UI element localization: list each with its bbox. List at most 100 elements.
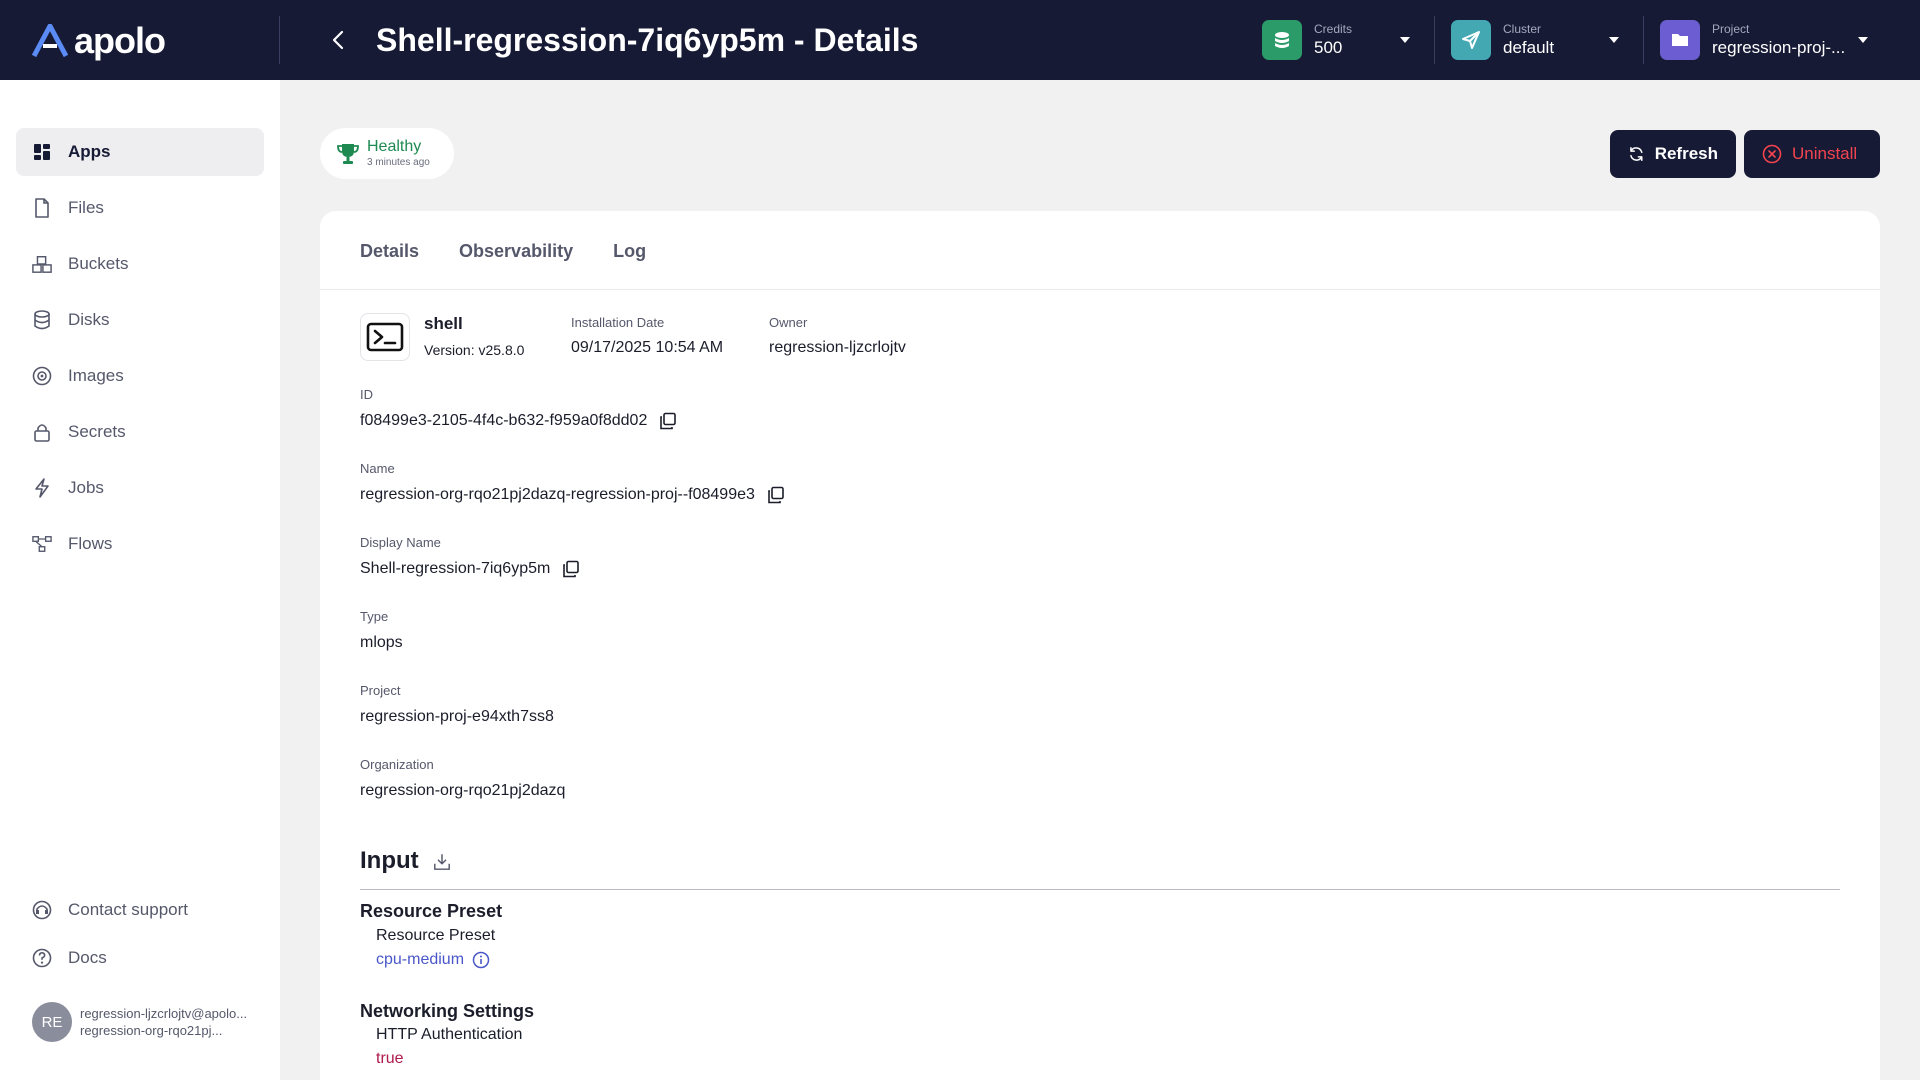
project-value: regression-proj-e94xth7ss8: [360, 708, 554, 725]
docs-link[interactable]: Docs: [16, 934, 264, 982]
http-auth-label: HTTP Authentication: [376, 1026, 523, 1043]
sidebar-item-jobs[interactable]: Jobs: [16, 464, 264, 512]
lightning-icon: [32, 478, 52, 498]
http-auth-value: true: [376, 1050, 404, 1067]
input-title: Input: [360, 847, 419, 874]
installation-date-value: 09/17/2025 10:54 AM: [571, 339, 724, 356]
cluster-selector[interactable]: Cluster default: [1451, 16, 1554, 64]
sidebar-item-label: Images: [68, 366, 124, 385]
sidebar-item-images[interactable]: Images: [16, 352, 264, 400]
sidebar-item-label: Disks: [68, 310, 110, 329]
download-icon[interactable]: [433, 852, 451, 870]
apps-grid-icon: [32, 142, 52, 162]
sidebar-item-apps[interactable]: Apps: [16, 128, 264, 176]
apolo-logo-icon: [32, 24, 68, 58]
folder-icon: [1660, 20, 1700, 60]
disc-icon: [32, 366, 52, 386]
app-version: Version: v25.8.0: [424, 342, 525, 358]
contact-support-link[interactable]: Contact support: [16, 886, 264, 934]
cluster-value: default: [1503, 38, 1555, 57]
organization-label: Organization: [360, 757, 434, 772]
page-title: Shell-regression-7iq6yp5m - Details: [376, 22, 919, 58]
contact-support-label: Contact support: [68, 900, 189, 919]
user-email: regression-ljzcrlojtv@apolo...: [80, 1006, 248, 1021]
trophy-icon: [337, 143, 359, 164]
logo-text: apolo: [74, 20, 166, 61]
sidebar-item-flows[interactable]: Flows: [16, 520, 264, 568]
display-name-label: Display Name: [360, 535, 441, 550]
project-value: regression-proj-...: [1712, 38, 1846, 57]
cluster-label: Cluster: [1503, 22, 1542, 36]
flow-icon: [32, 534, 52, 554]
id-field: f08499e3-2105-4f4c-b632-f959a0f8dd02: [360, 412, 677, 430]
copy-icon[interactable]: [659, 412, 677, 430]
headset-icon: [32, 900, 52, 920]
lock-icon: [32, 422, 52, 442]
credits-label: Credits: [1314, 22, 1353, 36]
sidebar: Apps Files Buckets Disks Images Secrets: [0, 80, 280, 1080]
type-label: Type: [360, 609, 389, 624]
status-label: Healthy: [367, 137, 422, 155]
send-icon: [1451, 20, 1491, 60]
refresh-button[interactable]: Refresh: [1610, 130, 1736, 178]
display-name-value: Shell-regression-7iq6yp5m: [360, 560, 551, 577]
tab-bar: Details Observability Log: [360, 241, 646, 262]
resource-preset-label: Resource Preset: [376, 927, 496, 944]
apolo-logo[interactable]: apolo: [32, 20, 166, 62]
project-label: Project: [1712, 22, 1750, 36]
sidebar-item-buckets[interactable]: Buckets: [16, 240, 264, 288]
info-icon[interactable]: [472, 951, 490, 969]
tab-details[interactable]: Details: [360, 241, 419, 262]
sidebar-item-label: Secrets: [68, 422, 126, 441]
chevron-down-icon[interactable]: [1400, 37, 1410, 43]
id-value: f08499e3-2105-4f4c-b632-f959a0f8dd02: [360, 412, 648, 429]
sidebar-item-files[interactable]: Files: [16, 184, 264, 232]
input-section-title: Input: [360, 847, 451, 875]
back-button[interactable]: [322, 24, 354, 56]
display-name-field: Shell-regression-7iq6yp5m: [360, 560, 580, 578]
copy-icon[interactable]: [767, 486, 785, 504]
avatar: RE: [32, 1002, 72, 1042]
docs-label: Docs: [68, 948, 107, 967]
tab-log[interactable]: Log: [613, 241, 646, 262]
resource-preset-title: Resource Preset: [360, 901, 503, 921]
top-bar: apolo Shell-regression-7iq6yp5m - Detail…: [0, 0, 1920, 80]
networking-settings-title: Networking Settings: [360, 1001, 535, 1021]
installation-date-label: Installation Date: [571, 315, 665, 330]
resource-preset-value-row: cpu-medium: [376, 951, 490, 969]
sidebar-item-label: Jobs: [68, 478, 104, 497]
terminal-icon: [366, 322, 404, 352]
buckets-icon: [32, 254, 52, 274]
name-label: Name: [360, 461, 395, 476]
owner-value: regression-ljzcrlojtv: [769, 339, 906, 356]
type-value: mlops: [360, 634, 403, 651]
sidebar-item-disks[interactable]: Disks: [16, 296, 264, 344]
credits-value: 500: [1314, 38, 1343, 57]
sidebar-item-label: Flows: [68, 534, 113, 553]
tab-observability[interactable]: Observability: [459, 241, 573, 262]
chevron-down-icon[interactable]: [1609, 37, 1619, 43]
file-icon: [32, 198, 52, 218]
uninstall-label: Uninstall: [1792, 144, 1858, 163]
input-divider: [360, 889, 1840, 890]
tab-divider: [320, 289, 1880, 290]
user-profile[interactable]: RE regression-ljzcrlojtv@apolo... regres…: [32, 1002, 247, 1042]
sidebar-item-label: Buckets: [68, 254, 129, 273]
name-field: regression-org-rqo21pj2dazq-regression-p…: [360, 486, 785, 504]
sidebar-item-secrets[interactable]: Secrets: [16, 408, 264, 456]
details-card: Details Observability Log shell Version:…: [320, 211, 1880, 1080]
project-selector[interactable]: Project regression-proj-...: [1660, 16, 1845, 64]
resource-preset-value[interactable]: cpu-medium: [376, 951, 464, 969]
refresh-label: Refresh: [1654, 144, 1718, 163]
status-time: 3 minutes ago: [367, 156, 430, 168]
uninstall-button[interactable]: Uninstall: [1744, 130, 1880, 178]
chevron-down-icon[interactable]: [1858, 37, 1868, 43]
copy-icon[interactable]: [562, 560, 580, 578]
coins-icon: [1262, 20, 1302, 60]
database-icon: [32, 310, 52, 330]
credits-selector[interactable]: Credits 500: [1262, 16, 1352, 64]
organization-value: regression-org-rqo21pj2dazq: [360, 782, 566, 799]
chevron-left-icon: [332, 30, 344, 50]
status-badge: Healthy 3 minutes ago: [320, 128, 454, 179]
app-icon: [360, 313, 410, 361]
